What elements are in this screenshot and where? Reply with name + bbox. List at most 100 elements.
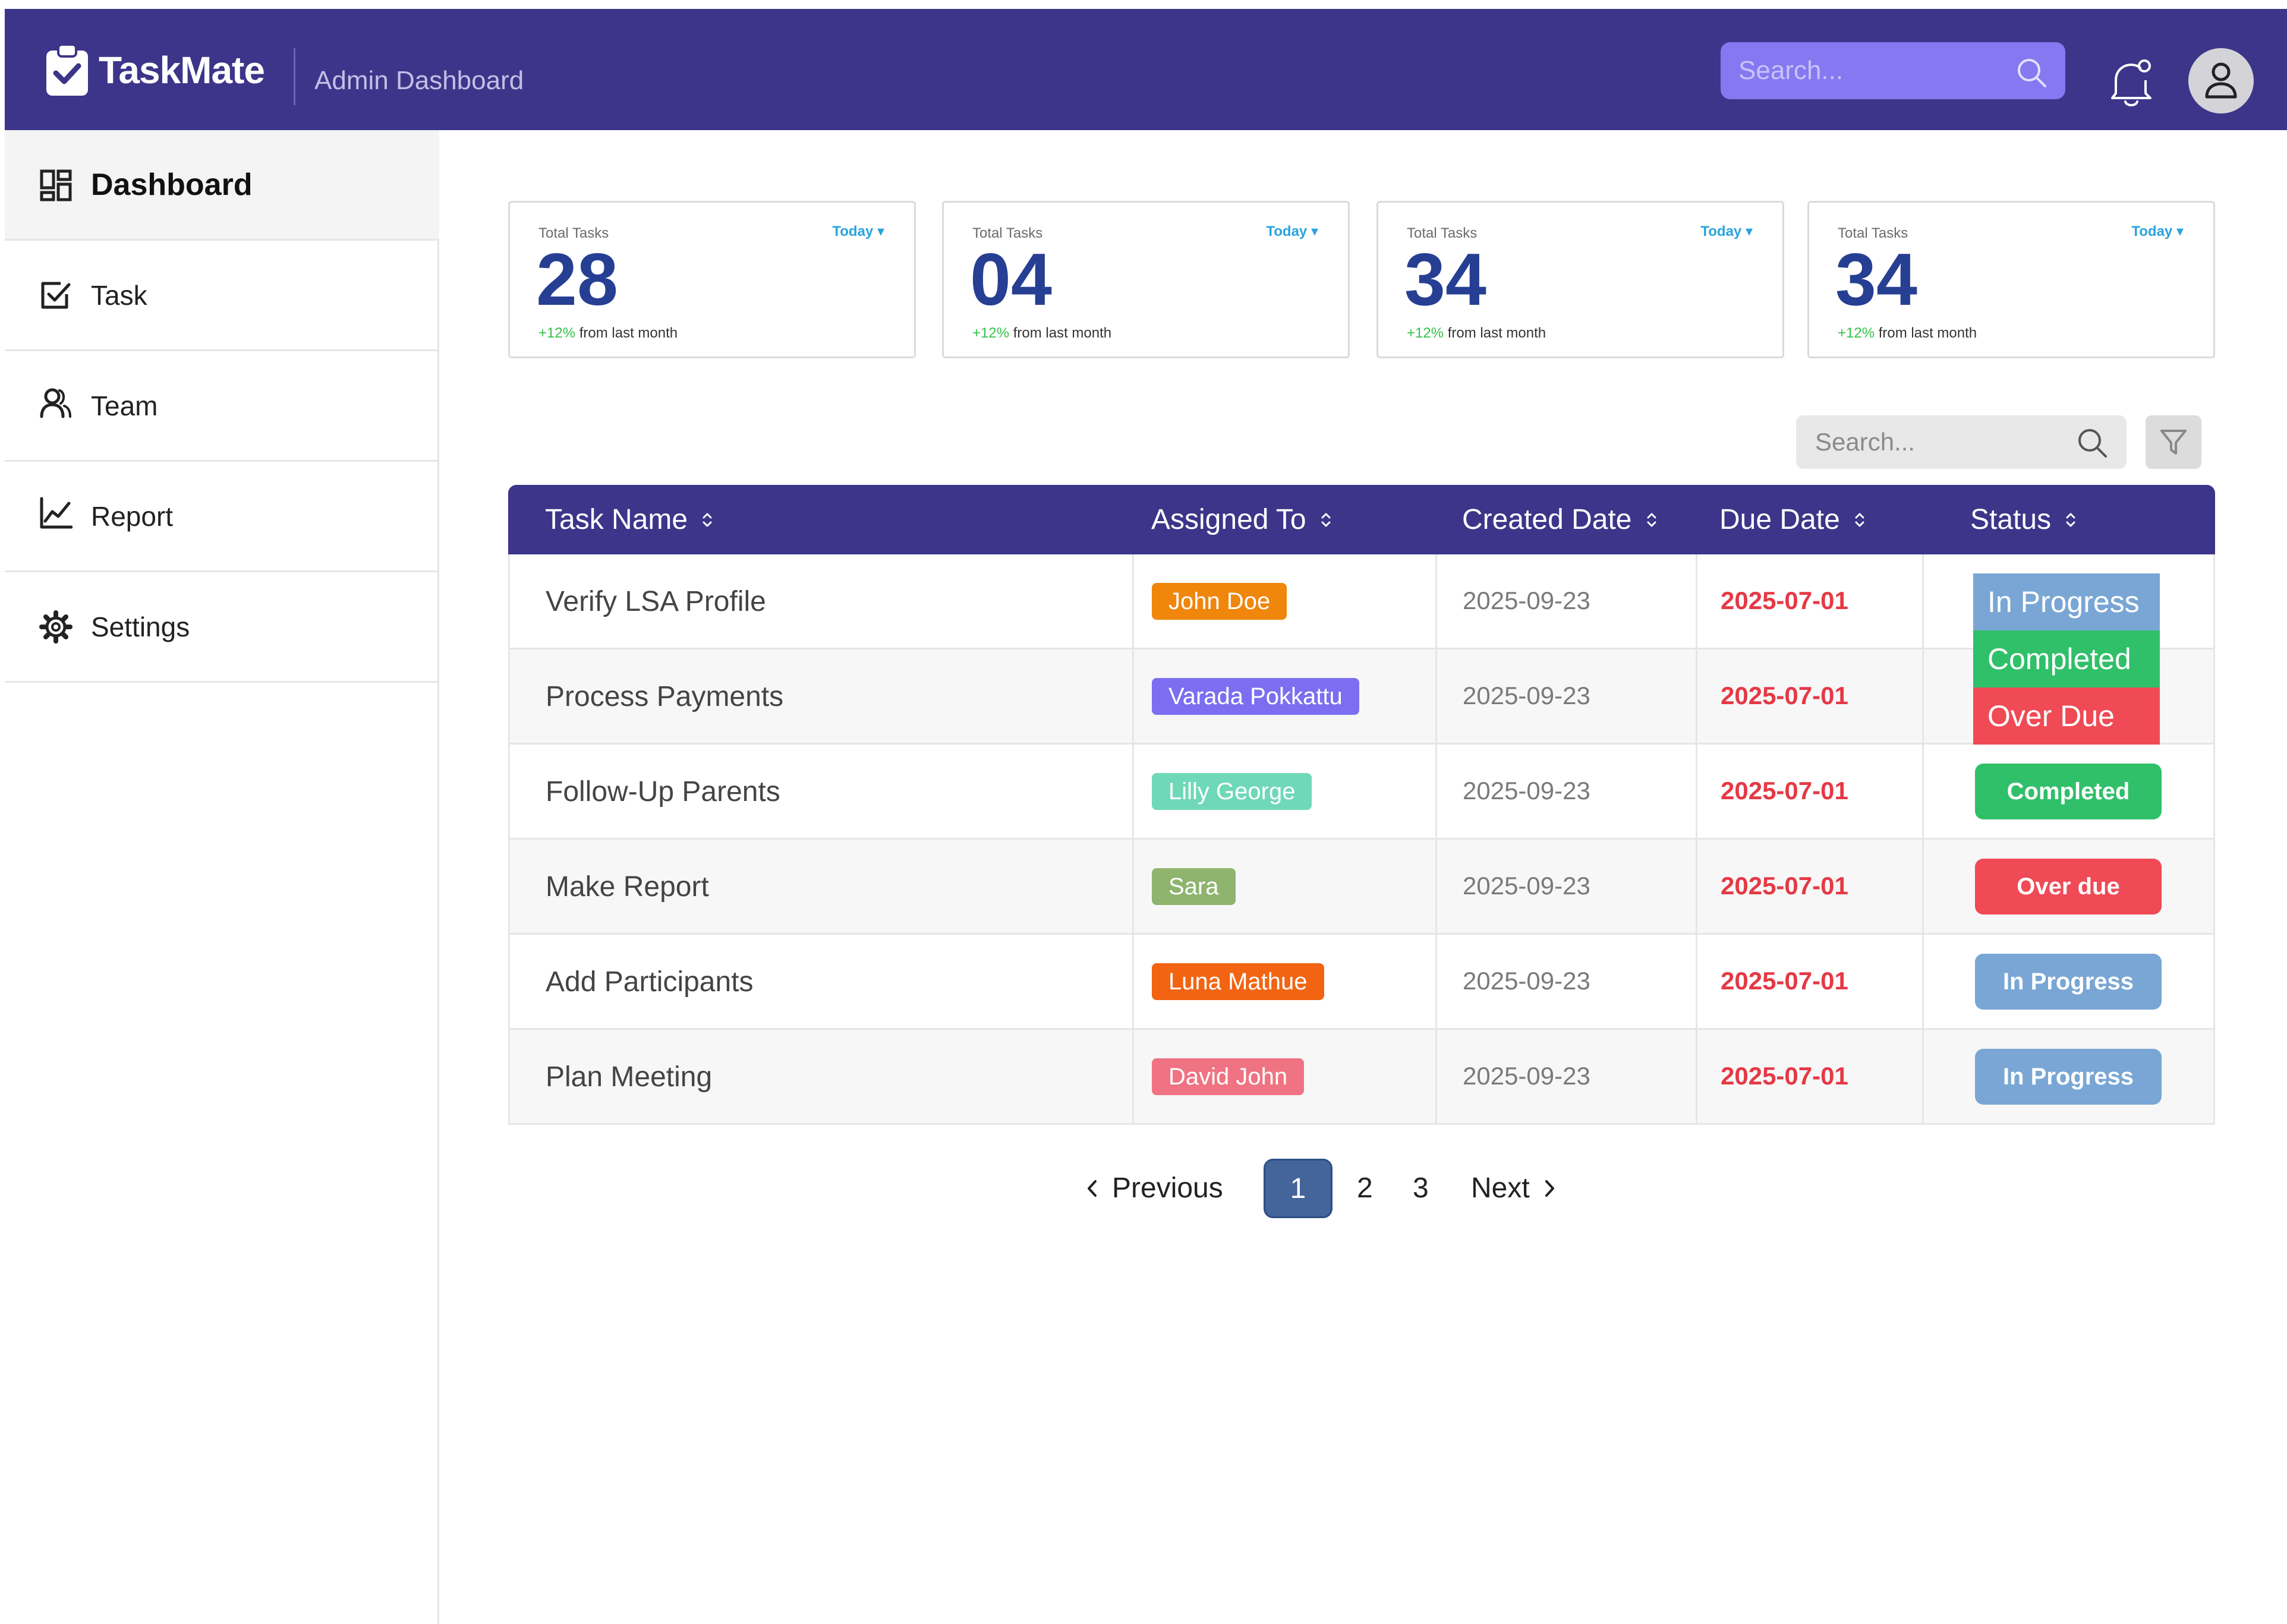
assignee-badge[interactable]: Luna Mathue [1152, 963, 1324, 1000]
user-avatar[interactable] [2188, 48, 2254, 113]
created-date: 2025-09-23 [1463, 872, 1590, 900]
table-search-input[interactable] [1815, 415, 2065, 469]
table-row[interactable]: Follow-Up Parents Lilly George 2025-09-23 2… [508, 745, 2215, 840]
stat-change-text: from last month [579, 325, 678, 341]
stat-card: Total Tasks Today ▾ 34 +12% from last mo… [1807, 201, 2215, 358]
created-date: 2025-09-23 [1463, 967, 1590, 995]
previous-page-button[interactable]: Previous [1083, 1172, 1223, 1204]
due-date: 2025-07-01 [1721, 777, 1848, 805]
status-badge[interactable]: Completed [1975, 764, 2162, 819]
cell-divider [1696, 745, 1697, 840]
cell-divider [1435, 840, 1437, 935]
app-name: TaskMate [99, 49, 265, 92]
sidebar-item-dashboard[interactable]: Dashboard [5, 130, 439, 241]
page-1-button[interactable]: 1 [1264, 1159, 1332, 1218]
status-dropdown-menu: In Progress Completed Over Due [1973, 573, 2160, 745]
next-page-button[interactable]: Next [1471, 1172, 1558, 1204]
stat-change-text: from last month [1878, 325, 1977, 341]
sort-icon [2066, 513, 2075, 526]
cell-divider [1132, 1030, 1134, 1125]
sidebar-item-label: Dashboard [91, 167, 253, 202]
caret-down-icon: ▾ [1745, 223, 1753, 239]
due-date: 2025-07-01 [1721, 682, 1848, 709]
stat-change-text: from last month [1013, 325, 1112, 341]
column-header-status[interactable]: Status [1970, 485, 2077, 554]
header-divider [294, 48, 295, 105]
table-row[interactable]: Plan Meeting David John 2025-09-23 2025-07-… [508, 1030, 2215, 1125]
notification-bell-icon[interactable] [2108, 56, 2155, 108]
cell-divider [1435, 554, 1437, 649]
caret-down-icon: ▾ [877, 223, 884, 239]
sidebar-item-report[interactable]: Report [5, 462, 439, 572]
top-header: TaskMate Admin Dashboard [5, 9, 2287, 130]
stat-value: 04 [970, 239, 1052, 321]
stat-range-label: Today [1700, 223, 1742, 239]
column-header-label: Due Date [1719, 504, 1840, 535]
cell-divider [1696, 1030, 1697, 1125]
filter-button[interactable] [2146, 415, 2201, 469]
cell-divider [1435, 1030, 1437, 1125]
clipboard-check-icon [46, 43, 88, 96]
header-search-input[interactable] [1738, 42, 2012, 99]
cell-divider [1435, 745, 1437, 840]
stat-change: +12% [1407, 325, 1444, 341]
stat-range-label: Today [1266, 223, 1308, 239]
status-badge[interactable]: In Progress [1975, 954, 2162, 1010]
cell-divider [1922, 935, 1924, 1030]
stat-change: +12% [1838, 325, 1875, 341]
cell-divider [1696, 935, 1697, 1030]
assignee-badge[interactable]: John Doe [1152, 583, 1287, 620]
stat-card: Total Tasks Today ▾ 28 +12% from last mo… [508, 201, 916, 358]
assignee-badge[interactable]: Varada Pokkattu [1152, 678, 1359, 715]
status-badge[interactable]: Over due [1975, 859, 2162, 915]
column-header-assigned-to[interactable]: Assigned To [1151, 485, 1332, 554]
team-users-icon [40, 388, 71, 418]
sidebar-item-team[interactable]: Team [5, 351, 439, 462]
header-subtitle: Admin Dashboard [314, 66, 524, 95]
assignee-badge[interactable]: Sara [1152, 868, 1236, 905]
cell-divider [1696, 554, 1697, 649]
due-date: 2025-07-01 [1721, 1062, 1848, 1090]
caret-down-icon: ▾ [2176, 223, 2184, 239]
table-row[interactable]: Make Report Sara 2025-09-23 2025-07-01 Over … [508, 840, 2215, 935]
sidebar-item-settings[interactable]: Settings [5, 572, 439, 683]
sidebar-item-label: Settings [91, 611, 190, 642]
dashboard-grid-icon [40, 169, 72, 201]
checkbox-icon [41, 282, 71, 309]
task-name: Verify LSA Profile [546, 586, 766, 617]
status-option-completed[interactable]: Completed [1973, 630, 2160, 688]
search-icon[interactable] [2015, 56, 2047, 89]
cell-divider [1922, 649, 1924, 745]
page-2-button[interactable]: 2 [1357, 1172, 1373, 1204]
header-search [1721, 42, 2065, 99]
table-row[interactable]: Process Payments Varada Pokkattu 2025-09-2… [508, 649, 2215, 745]
stat-range-dropdown[interactable]: Today ▾ [832, 223, 884, 240]
column-header-label: Created Date [1462, 504, 1632, 535]
stat-range-dropdown[interactable]: Today ▾ [1700, 223, 1753, 240]
status-option-in-progress[interactable]: In Progress [1973, 573, 2160, 630]
app-logo[interactable]: TaskMate [44, 43, 265, 97]
cell-divider [1435, 935, 1437, 1030]
assignee-badge[interactable]: David John [1152, 1058, 1305, 1095]
stat-range-dropdown[interactable]: Today ▾ [2131, 223, 2184, 240]
gear-icon [39, 610, 73, 644]
column-header-due-date[interactable]: Due Date [1719, 485, 1866, 554]
sidebar-item-label: Report [91, 500, 174, 532]
search-icon[interactable] [2077, 427, 2108, 458]
column-header-task-name[interactable]: Task Name [545, 485, 714, 554]
stat-value: 34 [1835, 239, 1917, 321]
stat-range-dropdown[interactable]: Today ▾ [1266, 223, 1318, 240]
created-date: 2025-09-23 [1463, 777, 1590, 805]
due-date: 2025-07-01 [1721, 586, 1848, 614]
column-header-created-date[interactable]: Created Date [1462, 485, 1658, 554]
created-date: 2025-09-23 [1463, 682, 1590, 709]
status-badge[interactable]: In Progress [1975, 1049, 2162, 1105]
sidebar-item-task[interactable]: Task [5, 241, 439, 351]
stat-range-label: Today [2131, 223, 2173, 239]
assignee-badge[interactable]: Lilly George [1152, 773, 1312, 810]
stat-change: +12% [538, 325, 576, 341]
table-row[interactable]: Add Participants Luna Mathue 2025-09-23 202… [508, 935, 2215, 1030]
status-option-over-due[interactable]: Over Due [1973, 688, 2160, 745]
page-3-button[interactable]: 3 [1413, 1172, 1429, 1204]
table-row[interactable]: Verify LSA Profile John Doe 2025-09-23 2025… [508, 554, 2215, 649]
